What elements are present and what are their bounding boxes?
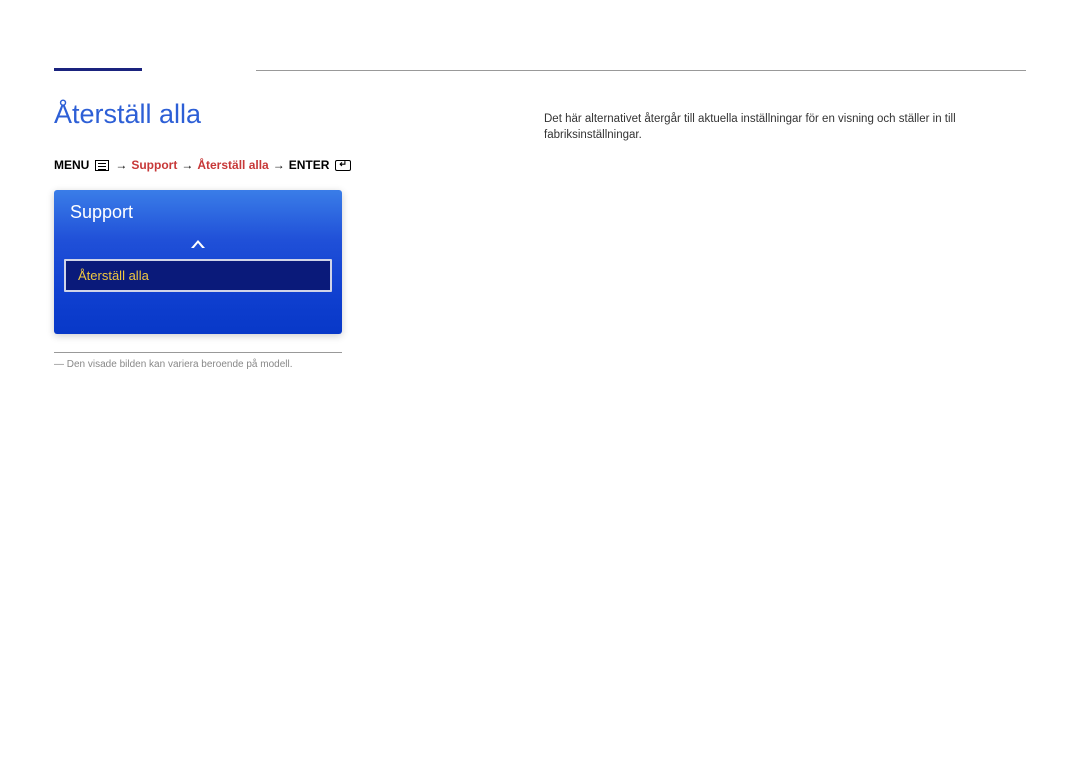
footnote-divider [54,352,342,353]
panel-bottom-spacer [54,302,342,334]
section-title: Återställ alla [54,99,544,130]
panel-header: Support [54,190,342,231]
footnote-text: ― Den visade bilden kan variera beroende… [54,359,342,370]
panel-item-container: Återställ alla [54,259,342,302]
support-panel: Support Återställ alla [54,190,342,334]
breadcrumb-support: Support [131,158,177,172]
enter-icon [335,160,351,171]
panel-scroll-up[interactable] [54,231,342,259]
breadcrumb-menu-label: MENU [54,158,89,172]
arrow-icon: → [181,158,193,172]
header-accent-bar [54,68,142,71]
breadcrumb-enter-label: ENTER [289,158,330,172]
left-column: Återställ alla MENU → Support → Återstäl… [54,99,544,370]
description-text: Det här alternativet återgår till aktuel… [544,111,1026,143]
arrow-icon: → [115,158,127,172]
top-divider [256,70,1026,71]
breadcrumb-reset-all: Återställ alla [197,158,268,172]
breadcrumb: MENU → Support → Återställ alla → ENTER [54,158,544,172]
chevron-up-icon [191,240,205,248]
arrow-icon: → [273,158,285,172]
panel-item-reset-all[interactable]: Återställ alla [64,259,332,292]
menu-icon [95,160,109,171]
content-row: Återställ alla MENU → Support → Återstäl… [54,99,1026,370]
page-container: Återställ alla MENU → Support → Återstäl… [0,0,1080,370]
right-column: Det här alternativet återgår till aktuel… [544,99,1026,370]
